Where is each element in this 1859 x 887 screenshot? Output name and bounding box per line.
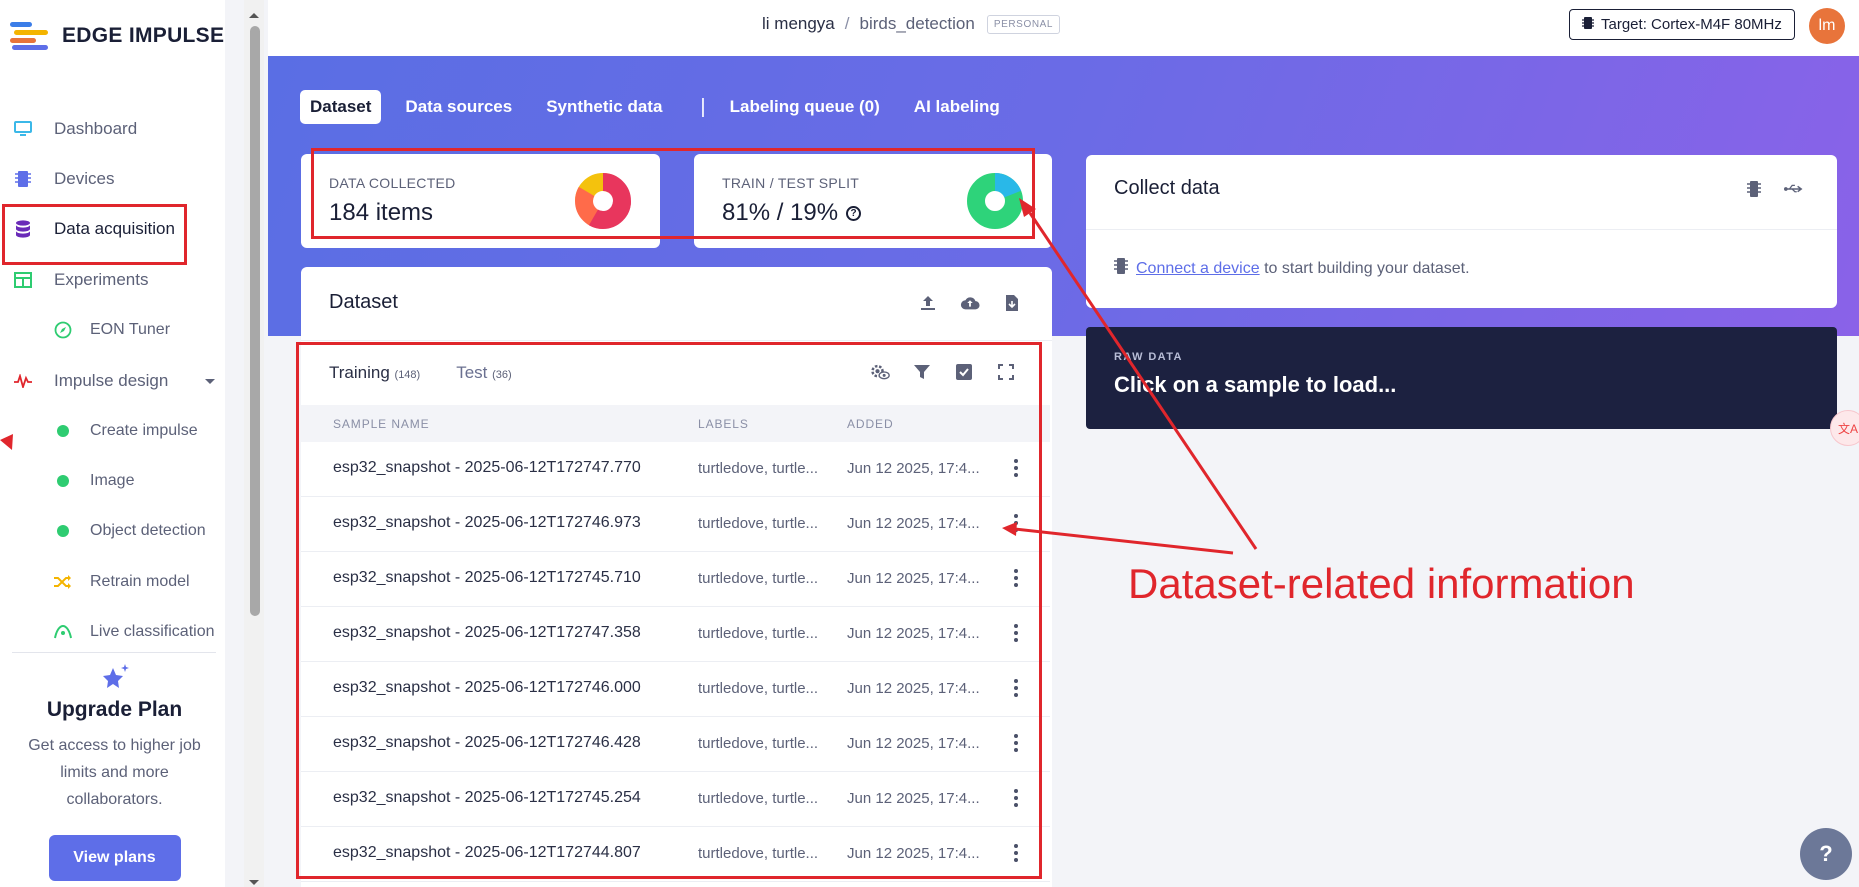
- breadcrumb-project[interactable]: birds_detection: [860, 14, 975, 34]
- sidebar-item-label: Impulse design: [54, 371, 169, 390]
- breadcrumb-separator: /: [844, 14, 850, 33]
- sidebar-item-impulse-design[interactable]: Impulse design: [12, 366, 216, 396]
- grid-icon: [12, 269, 34, 291]
- translate-icon[interactable]: 文A: [1830, 410, 1859, 446]
- chip-icon: [12, 168, 34, 190]
- export-icon[interactable]: [1002, 293, 1022, 313]
- connect-device-link[interactable]: Connect a device: [1136, 260, 1260, 277]
- scroll-down-arrow-icon[interactable]: [248, 874, 260, 887]
- sidebar-item-dashboard[interactable]: Dashboard: [12, 114, 137, 144]
- collect-data-actions: [1744, 179, 1804, 199]
- sidebar-scrollbar-thumb[interactable]: [250, 26, 260, 616]
- signal-icon: [52, 621, 74, 643]
- sidebar-item-label: EON Tuner: [90, 321, 171, 338]
- dataset-actions: [918, 293, 1022, 313]
- help-chat-button[interactable]: ?: [1800, 828, 1852, 880]
- sidebar-item-create-impulse[interactable]: Create impulse: [52, 416, 198, 446]
- sidebar-item-label: Retrain model: [90, 573, 190, 590]
- target-label: Target: Cortex-M4F 80MHz: [1601, 16, 1782, 33]
- sidebar-item-label: Experiments: [54, 270, 149, 289]
- logo-text: EDGE IMPULSE: [62, 24, 225, 47]
- tab-dataset[interactable]: Dataset: [300, 90, 382, 124]
- collect-data-text: Connect a device to start building your …: [1136, 260, 1470, 278]
- sidebar-divider: [12, 652, 216, 653]
- raw-data-label: RAW DATA: [1114, 351, 1183, 363]
- breadcrumb-user[interactable]: li mengya: [762, 14, 835, 34]
- tab-labeling-queue[interactable]: Labeling queue (0): [720, 90, 890, 124]
- breadcrumb: li mengya / birds_detection PERSONAL: [762, 14, 1061, 34]
- tab-ai-labeling[interactable]: AI labeling: [904, 90, 1010, 124]
- sidebar-item-label: Devices: [54, 169, 115, 188]
- upgrade-title: Upgrade Plan: [46, 698, 183, 721]
- shuffle-icon: [52, 571, 74, 593]
- logo[interactable]: EDGE IMPULSE: [10, 22, 224, 50]
- sidebar-item-label: Object detection: [90, 522, 206, 539]
- sidebar-item-eon-tuner[interactable]: EON Tuner: [52, 315, 170, 345]
- chip-icon[interactable]: [1744, 179, 1764, 199]
- upgrade-panel: Upgrade Plan Get access to higher job li…: [0, 660, 229, 881]
- monitor-icon: [12, 118, 34, 140]
- tab-bar: Dataset Data sources Synthetic data | La…: [300, 90, 1024, 124]
- sidebar-item-image[interactable]: Image: [52, 466, 134, 496]
- sidebar-item-retrain-model[interactable]: Retrain model: [52, 567, 190, 597]
- collect-data-suffix: to start building your dataset.: [1259, 259, 1470, 277]
- annotation-box-sidebar: [2, 204, 187, 265]
- sparkle-star-icon: [101, 662, 131, 697]
- collect-data-message: Connect a device to start building your …: [1114, 257, 1470, 280]
- annotation-box-stats: [311, 148, 1035, 239]
- status-dot-icon: [52, 470, 74, 492]
- raw-data-placeholder: Click on a sample to load...: [1114, 372, 1397, 397]
- compass-icon: [52, 319, 74, 341]
- upgrade-text: Get access to higher job limits and more…: [28, 737, 201, 808]
- dataset-title: Dataset: [329, 291, 398, 313]
- collect-data-card: Collect data Connect a device to start b…: [1086, 155, 1837, 308]
- edge-impulse-logo-icon: [10, 22, 50, 50]
- avatar[interactable]: lm: [1809, 8, 1845, 44]
- sidebar-item-devices[interactable]: Devices: [12, 164, 114, 194]
- chevron-down-icon[interactable]: [204, 371, 216, 391]
- usb-icon[interactable]: [1784, 179, 1804, 199]
- sidebar-item-experiments[interactable]: Experiments: [12, 265, 148, 295]
- annotation-label: Dataset-related information: [1128, 560, 1635, 607]
- target-device-button[interactable]: Target: Cortex-M4F 80MHz: [1569, 9, 1795, 40]
- chip-icon: [1114, 257, 1128, 280]
- status-dot-icon: [52, 520, 74, 542]
- sidebar: EDGE IMPULSE Dashboard Devices Data acqu…: [0, 0, 225, 887]
- collect-data-divider: [1086, 229, 1837, 230]
- sidebar-item-object-detection[interactable]: Object detection: [52, 516, 206, 546]
- tab-synthetic-data[interactable]: Synthetic data: [536, 90, 672, 124]
- project-type-badge: PERSONAL: [986, 14, 1061, 34]
- sidebar-item-label: Live classification: [90, 623, 215, 640]
- cloud-upload-icon[interactable]: [960, 293, 980, 313]
- pulse-icon: [12, 370, 34, 392]
- raw-data-panel: RAW DATA Click on a sample to load...: [1086, 327, 1837, 429]
- tab-data-sources[interactable]: Data sources: [395, 90, 522, 124]
- tab-divider: |: [700, 95, 706, 118]
- sidebar-item-live-classification[interactable]: Live classification: [52, 617, 215, 647]
- upload-icon[interactable]: [918, 293, 938, 313]
- collect-data-title: Collect data: [1114, 177, 1220, 199]
- view-plans-button[interactable]: View plans: [48, 835, 181, 881]
- sidebar-item-label: Image: [90, 472, 135, 489]
- status-dot-icon: [52, 420, 74, 442]
- sidebar-item-label: Create impulse: [90, 422, 198, 439]
- annotation-box-table: [296, 342, 1042, 879]
- chip-icon: [1582, 16, 1594, 34]
- dataset-header-divider: [301, 340, 1052, 341]
- sidebar-item-label: Dashboard: [54, 119, 138, 138]
- scroll-up-arrow-icon[interactable]: [248, 6, 260, 24]
